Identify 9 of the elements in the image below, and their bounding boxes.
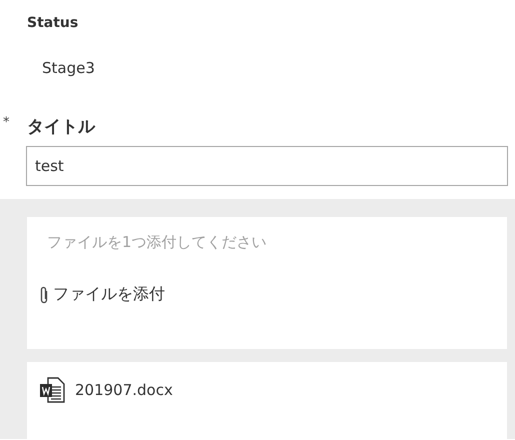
required-mark: * [3, 115, 10, 130]
paperclip-icon [39, 286, 49, 304]
attachment-hint: ファイルを1つ添付してください [47, 233, 267, 252]
field-label: Status [27, 15, 78, 31]
file-name[interactable]: 201907.docx [75, 381, 173, 399]
title-input[interactable]: test [26, 146, 508, 186]
attach-file-link[interactable]: ファイルを添付 [39, 284, 165, 305]
field-label: タイトル [27, 117, 95, 137]
field-value: Stage3 [42, 59, 95, 77]
